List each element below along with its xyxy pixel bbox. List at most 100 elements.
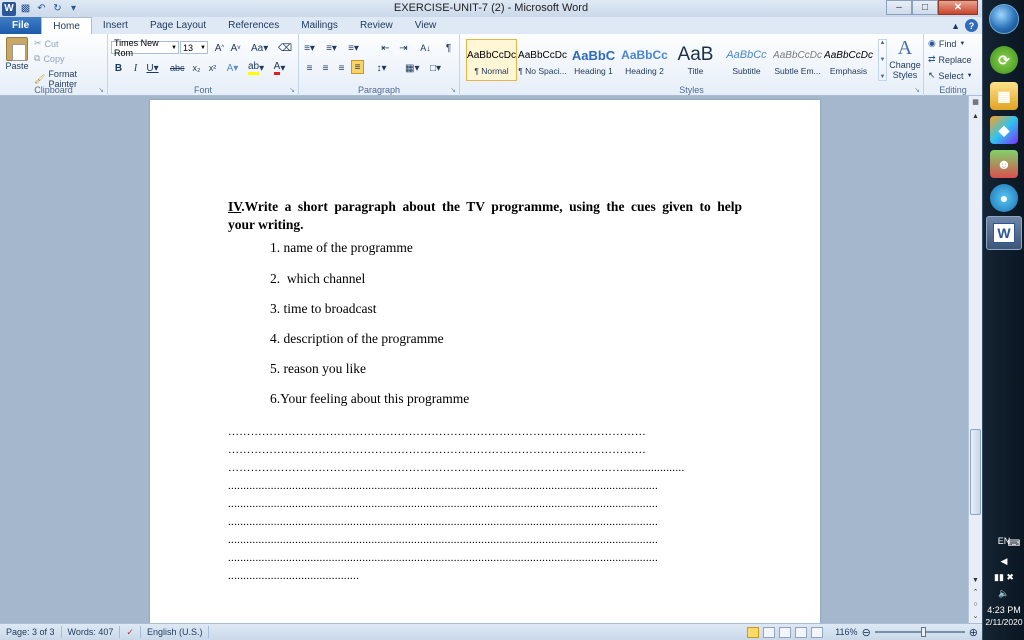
tab-review[interactable]: Review	[349, 17, 404, 34]
sort-icon[interactable]: A↓	[419, 41, 432, 55]
show-formatting-icon[interactable]: ¶	[442, 41, 455, 55]
copy-button[interactable]: ⧉ Copy	[34, 53, 64, 64]
clock-time[interactable]: 4:23 PM	[983, 605, 1024, 615]
chevron-down-icon[interactable]: ▼	[880, 57, 886, 63]
italic-button[interactable]: I	[129, 61, 142, 75]
draft-view-button[interactable]	[811, 626, 824, 638]
style-heading-2[interactable]: AaBbCc Heading 2	[619, 39, 670, 81]
maximize-button[interactable]: □	[912, 0, 938, 15]
tray-expand-icon[interactable]: ◀	[983, 556, 1024, 567]
network-icon[interactable]: ▮▮ ✖	[983, 572, 1024, 583]
zoom-in-icon[interactable]: ⊕	[969, 626, 978, 639]
web-layout-view-button[interactable]	[779, 626, 792, 638]
previous-page-icon[interactable]: ⌃	[969, 586, 982, 598]
zoom-level[interactable]: 116%	[835, 627, 857, 637]
superscript-button[interactable]: x²	[206, 61, 219, 75]
keyboard-icon[interactable]: ⌨	[1007, 538, 1021, 549]
bold-button[interactable]: B	[112, 61, 125, 75]
undo-icon[interactable]: ↶	[35, 2, 48, 15]
style-normal[interactable]: AaBbCcDc ¶ Normal	[466, 39, 517, 81]
tab-insert[interactable]: Insert	[92, 17, 139, 34]
style-subtle-emphasis[interactable]: AaBbCcDc Subtle Em...	[772, 39, 823, 81]
app-icon-green[interactable]: ⟳	[990, 46, 1018, 74]
change-styles-button[interactable]: A Change Styles	[889, 37, 921, 80]
zoom-slider-thumb[interactable]	[920, 627, 926, 637]
styles-scroll[interactable]: ▲ ▼ ▼	[878, 39, 887, 81]
paste-button[interactable]: Paste	[4, 37, 30, 71]
bullets-icon[interactable]: ≡▾	[303, 41, 316, 55]
browse-object-icon[interactable]: ○	[969, 598, 982, 610]
style-no-spacing[interactable]: AaBbCcDc ¶ No Spaci...	[517, 39, 568, 81]
justify-icon[interactable]: ≡	[351, 60, 364, 74]
minimize-ribbon-icon[interactable]: ▲	[951, 21, 960, 31]
highlight-color-button[interactable]: ab ▾	[248, 61, 264, 75]
word-app-icon[interactable]: W	[2, 1, 16, 16]
shrink-font-button[interactable]: Av	[229, 41, 242, 55]
numbering-icon[interactable]: ≡▾	[325, 41, 338, 55]
align-center-icon[interactable]: ≡	[319, 61, 332, 75]
tab-mailings[interactable]: Mailings	[290, 17, 349, 34]
language-indicator[interactable]: English (U.S.)	[141, 626, 210, 638]
folder-icon[interactable]: ▦	[990, 82, 1018, 110]
style-heading-1[interactable]: AaBbC Heading 1	[568, 39, 619, 81]
redo-icon[interactable]: ↻	[51, 2, 64, 15]
subscript-button[interactable]: x₂	[190, 61, 203, 75]
start-button[interactable]	[989, 4, 1019, 34]
customize-qat-icon[interactable]: ▾	[67, 2, 80, 15]
document-area[interactable]: IV.Write a short paragraph about the TV …	[0, 96, 968, 623]
replace-button[interactable]: ⇄ Replace	[928, 54, 972, 65]
tab-file[interactable]: File	[0, 17, 42, 34]
find-button[interactable]: ◉ Find ▼	[928, 38, 965, 49]
text-effects-button[interactable]: A▾	[226, 61, 239, 75]
paragraph-launcher-icon[interactable]: ↘	[450, 86, 456, 94]
multilevel-list-icon[interactable]: ≡▾	[347, 41, 360, 55]
cut-button[interactable]: ✂ Cut	[34, 38, 59, 49]
word-count[interactable]: Words: 407	[62, 626, 121, 638]
tab-view[interactable]: View	[404, 17, 448, 34]
font-size-select[interactable]: 13 ▼	[180, 41, 208, 54]
full-screen-view-button[interactable]	[763, 626, 776, 638]
document-page[interactable]: IV.Write a short paragraph about the TV …	[150, 100, 820, 623]
tab-references[interactable]: References	[217, 17, 290, 34]
style-subtitle[interactable]: AaBbCc Subtitle	[721, 39, 772, 81]
style-title[interactable]: AaB Title	[670, 39, 721, 81]
strikethrough-button[interactable]: abc	[170, 61, 185, 75]
minimize-button[interactable]: –	[886, 0, 912, 15]
close-button[interactable]: ✕	[938, 0, 978, 15]
print-layout-view-button[interactable]	[747, 626, 760, 638]
zoom-out-icon[interactable]: ⊖	[862, 626, 871, 639]
clear-formatting-icon[interactable]: ⌫	[278, 41, 292, 55]
save-icon[interactable]: ▩	[19, 2, 32, 15]
underline-button[interactable]: U▾	[146, 61, 159, 75]
game-icon[interactable]: ☻	[990, 150, 1018, 178]
tab-page-layout[interactable]: Page Layout	[139, 17, 217, 34]
clock-date[interactable]: 2/11/2020	[983, 617, 1024, 627]
change-case-button[interactable]: Aa▾	[251, 41, 268, 55]
increase-indent-icon[interactable]: ⇥	[397, 41, 410, 55]
browser-icon[interactable]: ●	[990, 184, 1018, 212]
more-icon[interactable]: ▼	[880, 74, 886, 80]
next-page-icon[interactable]: ⌄	[969, 610, 982, 622]
tab-home[interactable]: Home	[41, 17, 92, 34]
grow-font-button[interactable]: A ^	[213, 41, 226, 55]
scroll-thumb[interactable]	[970, 429, 981, 515]
outline-view-button[interactable]	[795, 626, 808, 638]
scroll-up-icon[interactable]: ▲	[969, 110, 982, 122]
line-spacing-icon[interactable]: ↕▾	[375, 61, 388, 75]
scroll-down-icon[interactable]: ▼	[969, 574, 982, 586]
app-icon-diamond[interactable]: ◆	[990, 116, 1018, 144]
ruler-toggle-icon[interactable]: ▦	[969, 96, 982, 108]
taskbar-word-button[interactable]: W	[986, 216, 1022, 250]
volume-icon[interactable]: 🔈	[983, 588, 1024, 599]
zoom-slider[interactable]	[874, 627, 965, 637]
clipboard-launcher-icon[interactable]: ↘	[98, 86, 104, 94]
styles-launcher-icon[interactable]: ↘	[914, 86, 920, 94]
decrease-indent-icon[interactable]: ⇤	[379, 41, 392, 55]
borders-icon[interactable]: □▾	[429, 61, 442, 75]
align-right-icon[interactable]: ≡	[335, 61, 348, 75]
proofing-icon[interactable]: ✓	[120, 626, 141, 638]
align-left-icon[interactable]: ≡	[303, 61, 316, 75]
shading-icon[interactable]: ▦▾	[405, 61, 419, 75]
select-button[interactable]: ↖ Select ▼	[928, 70, 973, 81]
font-family-select[interactable]: Times New Rom ▼	[111, 38, 179, 58]
